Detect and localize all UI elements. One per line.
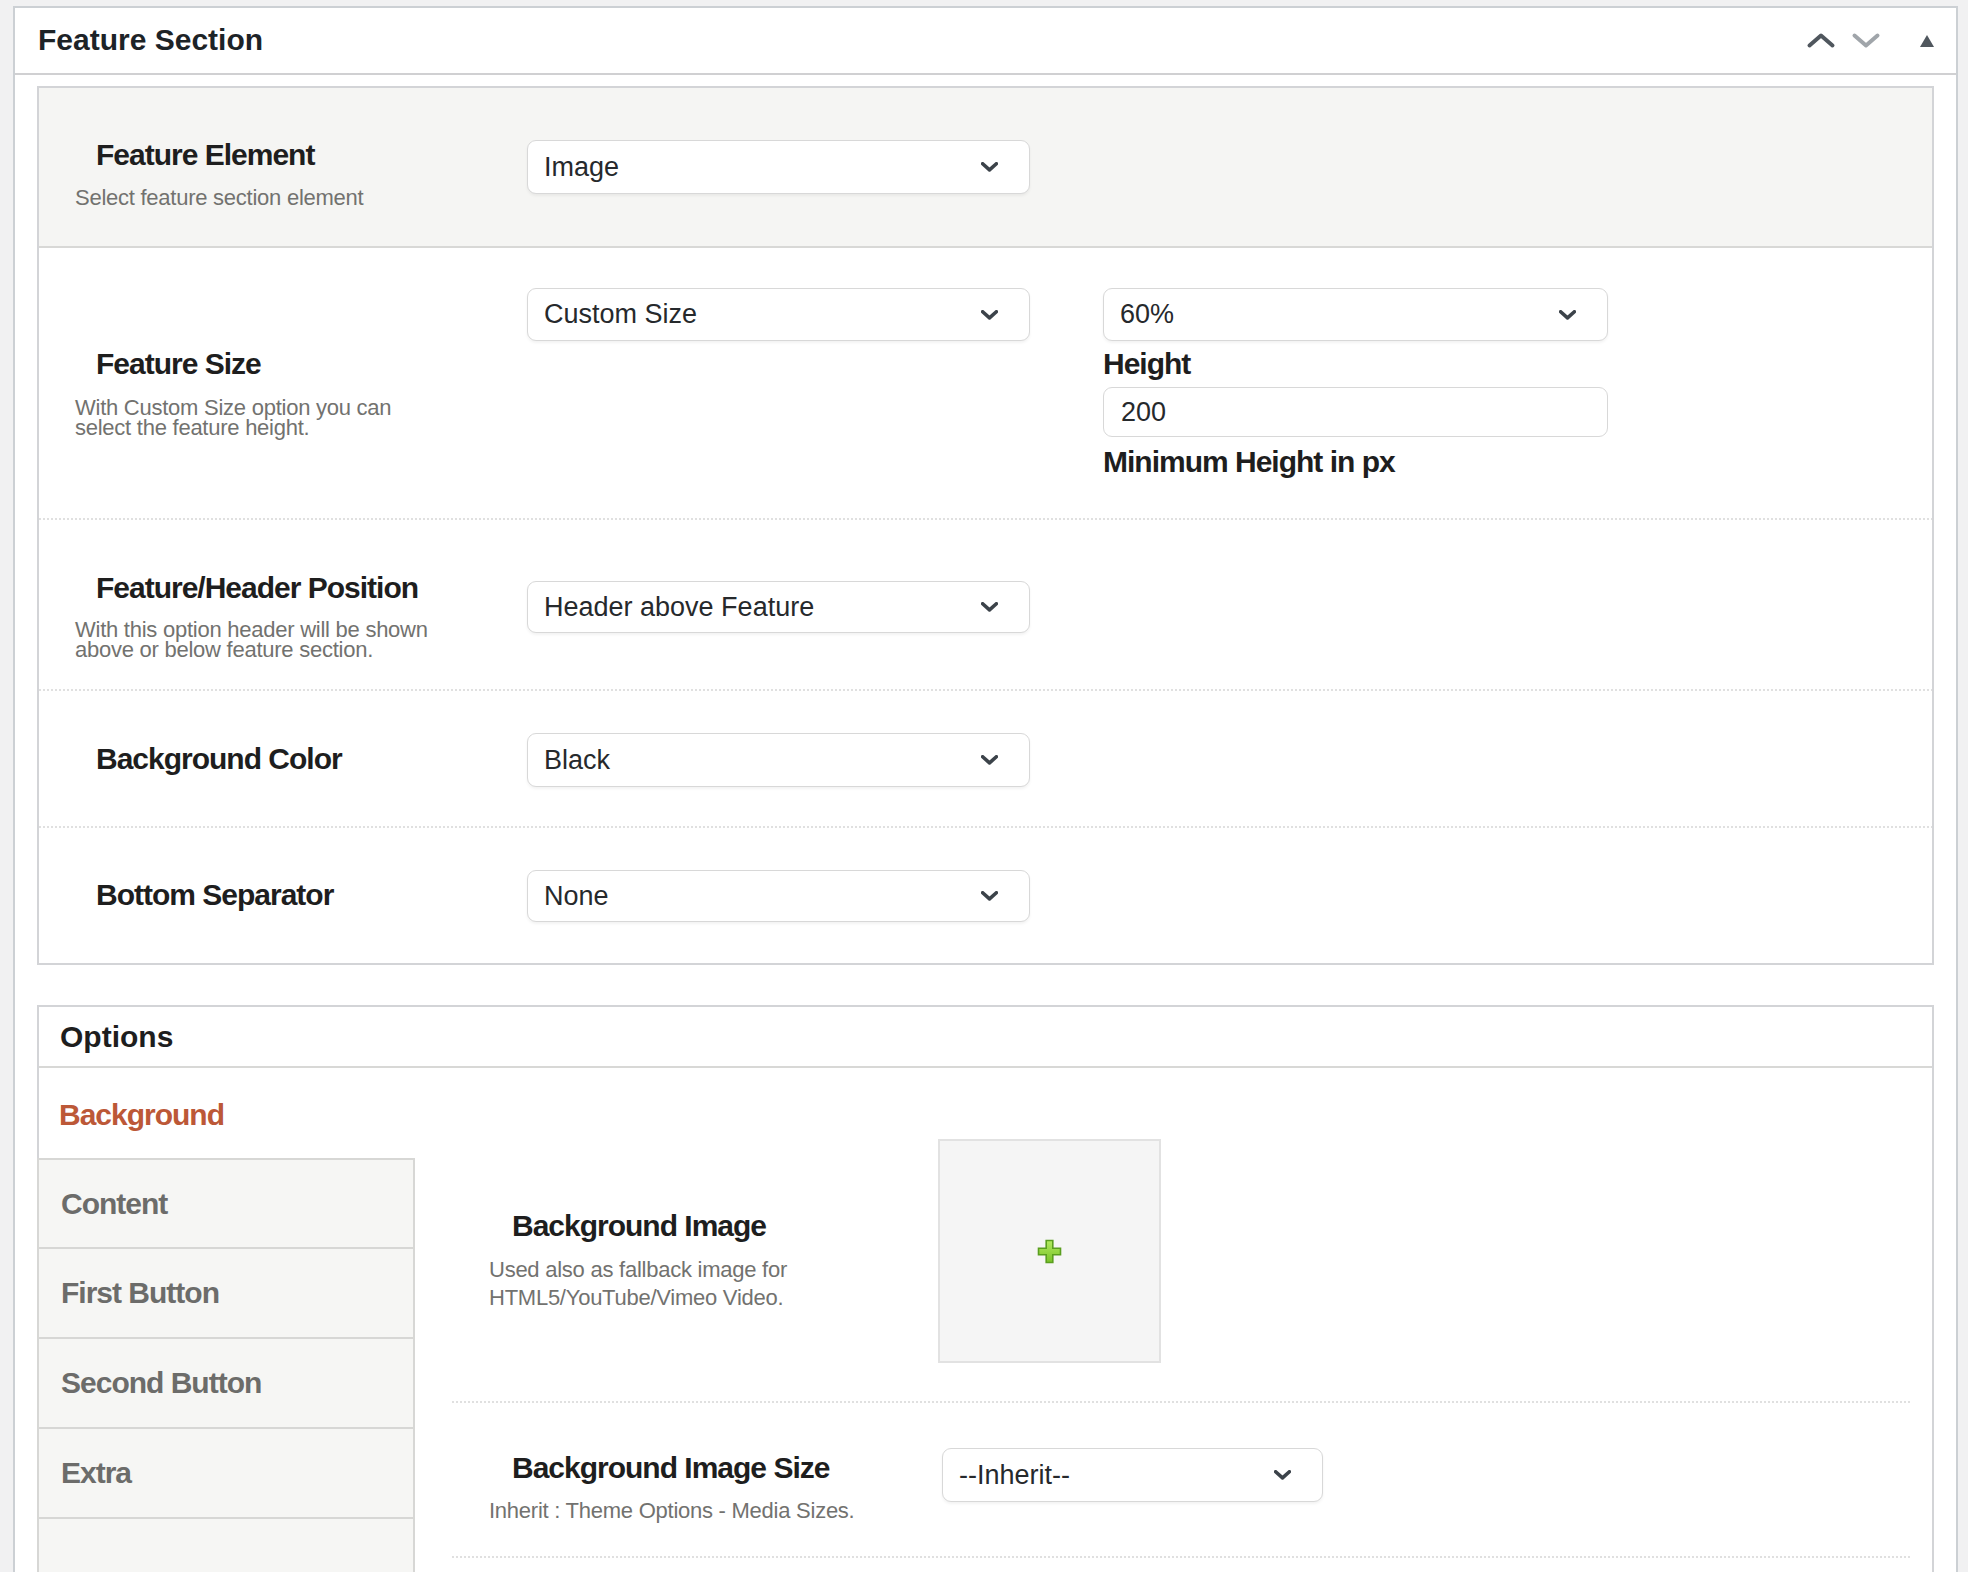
feature-element-select-value: Image: [544, 152, 619, 183]
feature-header-position-label: Feature/Header Position: [96, 571, 418, 605]
page: Feature Section Feature Element Select f…: [0, 0, 1968, 1572]
background-image-size-select[interactable]: --Inherit--: [942, 1448, 1323, 1502]
height-label: Height: [1103, 347, 1190, 381]
bottom-separator-select[interactable]: None: [527, 870, 1030, 922]
row-separator: [39, 689, 1932, 691]
bottom-separator-label: Bottom Separator: [96, 878, 333, 912]
feature-header-position-value: Header above Feature: [544, 592, 814, 623]
feature-size-percent-value: 60%: [1120, 299, 1174, 330]
toggle-panel-icon[interactable]: [1920, 35, 1934, 47]
background-color-select[interactable]: Black: [527, 733, 1030, 787]
background-image-size-label: Background Image Size: [512, 1451, 829, 1485]
chevron-down-icon: [981, 310, 998, 320]
background-image-label: Background Image: [512, 1209, 766, 1243]
options-header: Options: [39, 1007, 1932, 1068]
tab-second-button-label: Second Button: [61, 1366, 261, 1400]
feature-element-select[interactable]: Image: [527, 140, 1030, 194]
options-title: Options: [39, 1007, 1932, 1066]
tab-extra-label: Extra: [61, 1456, 131, 1490]
feature-size-description: With Custom Size option you can select t…: [75, 398, 391, 438]
background-color-value: Black: [544, 745, 610, 776]
feature-size-percent-select[interactable]: 60%: [1103, 288, 1608, 341]
tab-first-button[interactable]: First Button: [37, 1247, 415, 1339]
background-image-size-description: Inherit : Theme Options - Media Sizes.: [489, 1497, 854, 1525]
tab-partial[interactable]: [37, 1517, 415, 1572]
tab-background-active[interactable]: Background: [59, 1098, 224, 1132]
row-separator: [39, 518, 1932, 520]
tab-extra[interactable]: Extra: [37, 1427, 415, 1519]
feature-element-description: Select feature section element: [75, 188, 363, 208]
background-image-size-value: --Inherit--: [959, 1460, 1070, 1491]
tab-first-button-label: First Button: [61, 1276, 219, 1310]
chevron-down-icon: [981, 602, 998, 612]
options-container: Options Background Content First Button …: [37, 1005, 1934, 1572]
metabox-header: Feature Section: [15, 8, 1956, 75]
chevron-down-icon: [1274, 1470, 1291, 1480]
field-separator: [452, 1401, 1910, 1403]
height-input[interactable]: [1103, 387, 1608, 437]
feature-size-mode-value: Custom Size: [544, 299, 697, 330]
tab-content-label: Content: [61, 1187, 167, 1221]
tab-second-button[interactable]: Second Button: [37, 1337, 415, 1429]
metabox-title: Feature Section: [15, 8, 1956, 72]
chevron-down-icon: [981, 162, 998, 172]
chevron-down-icon: [1559, 310, 1576, 320]
feature-element-label: Feature Element: [96, 138, 314, 172]
feature-header-position-select[interactable]: Header above Feature: [527, 581, 1030, 633]
background-image-upload[interactable]: [938, 1139, 1161, 1363]
background-color-label: Background Color: [96, 742, 342, 776]
background-image-description: Used also as fallback image for HTML5/Yo…: [489, 1256, 787, 1312]
chevron-down-icon: [981, 891, 998, 901]
bottom-separator-value: None: [544, 881, 609, 912]
tab-content[interactable]: Content: [37, 1158, 415, 1249]
move-up-icon[interactable]: [1806, 32, 1836, 49]
add-image-plus-icon: [1037, 1239, 1062, 1264]
field-separator: [452, 1556, 1910, 1558]
feature-size-label: Feature Size: [96, 347, 261, 381]
height-input-wrap: [1103, 387, 1608, 437]
move-down-icon[interactable]: [1851, 32, 1881, 49]
feature-header-position-description: With this option header will be shown ab…: [75, 620, 428, 660]
feature-size-mode-select[interactable]: Custom Size: [527, 288, 1030, 341]
chevron-down-icon: [981, 755, 998, 765]
row-separator: [39, 826, 1932, 828]
min-height-hint: Minimum Height in px: [1103, 445, 1395, 479]
feature-fields-container: Feature Element Select feature section e…: [37, 86, 1934, 965]
